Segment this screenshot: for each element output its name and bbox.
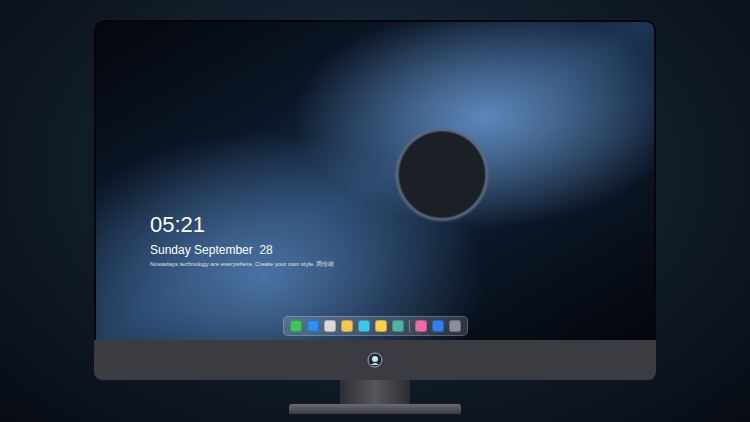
dock-separator	[409, 320, 410, 332]
dock-app-icon[interactable]	[415, 320, 427, 332]
quote-text: Nowadays technology are everywhere. Crea…	[150, 260, 654, 268]
dock-app-icon[interactable]	[307, 320, 319, 332]
screen: 05:21 Sunday September 28 Nowadays technol…	[96, 22, 654, 340]
monitor-bezel: 05:21 Sunday September 28 Nowadays technol…	[94, 20, 656, 340]
dock-app-icon[interactable]	[290, 320, 302, 332]
clock-time: 05:21	[150, 212, 654, 238]
dock	[283, 316, 468, 336]
dock-app-icon[interactable]	[324, 320, 336, 332]
lock-screen-clock: 05:21 Sunday September 28 Nowadays technol…	[96, 22, 654, 268]
monitor-stand-base	[289, 404, 461, 414]
dock-app-icon[interactable]	[341, 320, 353, 332]
dock-app-icon[interactable]	[358, 320, 370, 332]
dock-app-icon[interactable]	[392, 320, 404, 332]
desktop-mockup: 05:21 Sunday September 28 Nowadays technol…	[0, 0, 750, 414]
monitor-stand-neck	[340, 380, 410, 404]
clock-date: Sunday September 28	[150, 242, 654, 258]
dock-app-icon[interactable]	[449, 320, 461, 332]
dock-app-icon[interactable]	[375, 320, 387, 332]
brand-logo-icon	[367, 352, 383, 368]
monitor-chin	[94, 340, 656, 380]
dock-app-icon[interactable]	[432, 320, 444, 332]
